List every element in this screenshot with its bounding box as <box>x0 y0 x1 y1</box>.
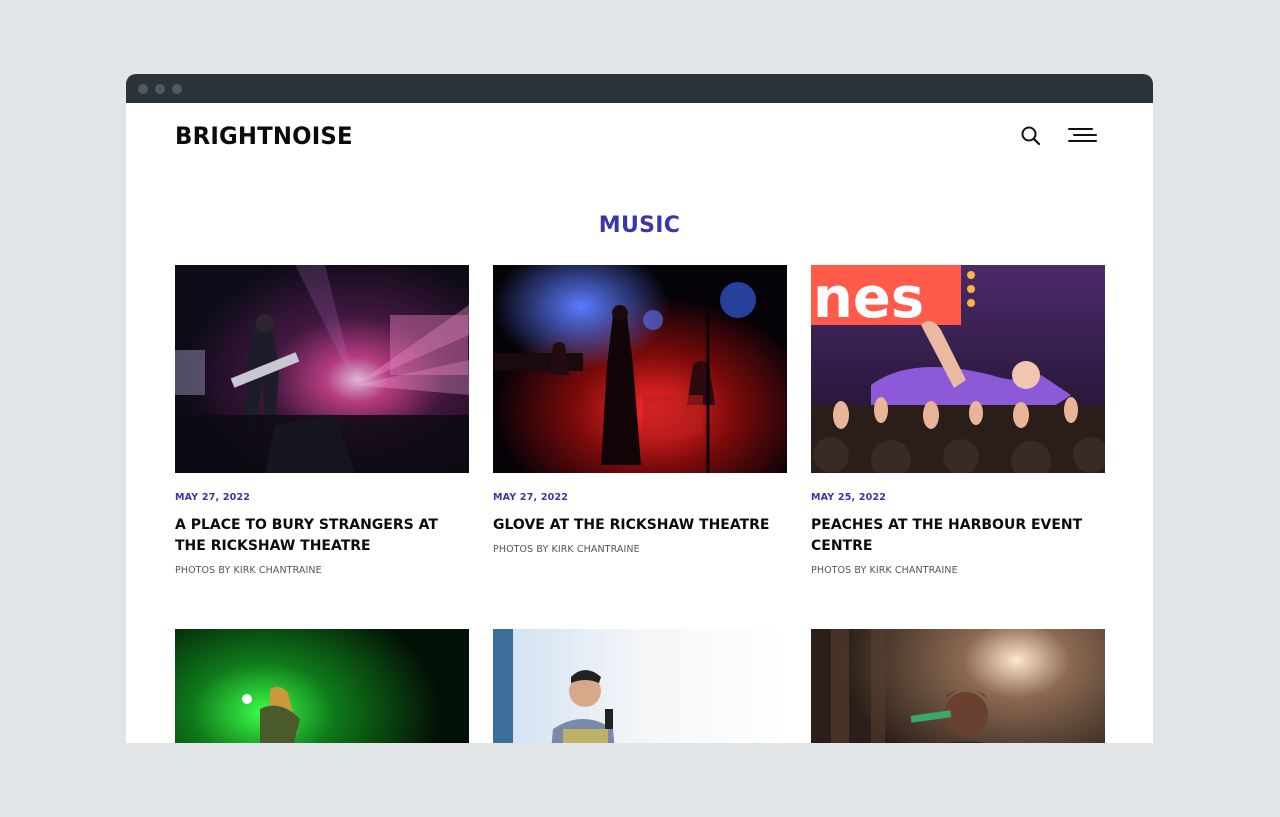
search-button[interactable] <box>1019 124 1043 148</box>
article-photo[interactable]: nes <box>811 265 1105 473</box>
page-content: BRIGHTNOISE MUSIC MAY 27, 2022 A PLACE T… <box>126 103 1153 743</box>
article-card[interactable] <box>811 629 1105 743</box>
article-card[interactable] <box>175 629 469 743</box>
article-byline: PHOTOS BY KIRK CHANTRAINE <box>175 565 322 576</box>
article-photo[interactable] <box>493 629 787 743</box>
article-title[interactable]: A PLACE TO BURY STRANGERS AT THE RICKSHA… <box>175 515 469 557</box>
browser-window: BRIGHTNOISE MUSIC MAY 27, 2022 A PLACE T… <box>126 74 1153 743</box>
menu-button[interactable] <box>1066 125 1098 147</box>
article-date: MAY 25, 2022 <box>811 492 887 503</box>
svg-text:nes: nes <box>813 266 924 331</box>
article-byline: PHOTOS BY KIRK CHANTRAINE <box>493 544 640 555</box>
article-title[interactable]: GLOVE AT THE RICKSHAW THEATRE <box>493 515 787 536</box>
search-icon <box>1021 126 1041 146</box>
article-card[interactable]: MAY 27, 2022 GLOVE AT THE RICKSHAW THEAT… <box>493 265 787 555</box>
site-logo[interactable]: BRIGHTNOISE <box>175 122 353 150</box>
window-minimize-dot[interactable] <box>155 84 165 94</box>
hamburger-menu-icon <box>1068 128 1097 142</box>
article-photo[interactable] <box>493 265 787 473</box>
article-card[interactable]: nes MAY 25, 2022 PEACHES AT THE HARBOUR … <box>811 265 1105 576</box>
article-card[interactable]: MAY 27, 2022 A PLACE TO BURY STRANGERS A… <box>175 265 469 576</box>
window-titlebar <box>126 74 1153 103</box>
window-maximize-dot[interactable] <box>172 84 182 94</box>
article-photo[interactable] <box>175 629 469 743</box>
article-photo[interactable] <box>175 265 469 473</box>
article-title[interactable]: PEACHES AT THE HARBOUR EVENT CENTRE <box>811 515 1105 557</box>
article-byline: PHOTOS BY KIRK CHANTRAINE <box>811 565 958 576</box>
article-date: MAY 27, 2022 <box>175 492 251 503</box>
window-close-dot[interactable] <box>138 84 148 94</box>
section-title: MUSIC <box>598 213 681 238</box>
article-photo[interactable] <box>811 629 1105 743</box>
article-card[interactable] <box>493 629 787 743</box>
article-date: MAY 27, 2022 <box>493 492 569 503</box>
